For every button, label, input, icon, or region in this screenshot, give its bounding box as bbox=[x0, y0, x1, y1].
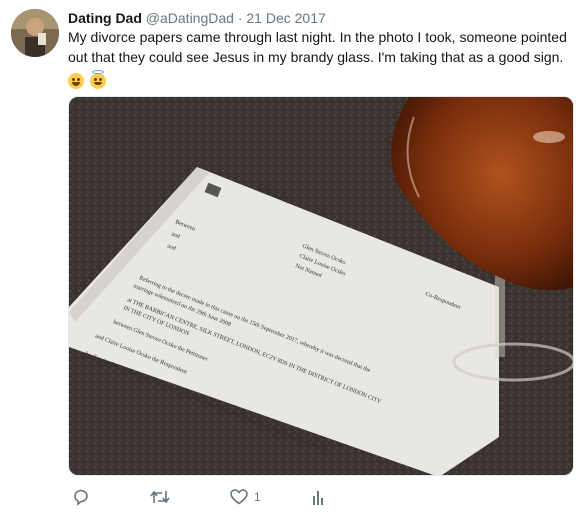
separator-dot: · bbox=[237, 10, 243, 26]
tweet-text: My divorce papers came through last nigh… bbox=[68, 27, 574, 89]
like-button[interactable]: 1 bbox=[230, 486, 261, 508]
like-count: 1 bbox=[254, 490, 261, 504]
reply-icon bbox=[74, 489, 88, 506]
avatar[interactable] bbox=[11, 9, 59, 57]
author-handle[interactable]: @aDatingDad bbox=[146, 10, 234, 26]
analytics-icon bbox=[313, 491, 323, 505]
tweet-header: Dating Dad @aDatingDad · 21 Dec 2017 bbox=[68, 9, 326, 27]
reply-button[interactable] bbox=[72, 486, 90, 508]
tweet-body: My divorce papers came through last nigh… bbox=[68, 29, 567, 65]
author-name[interactable]: Dating Dad bbox=[68, 10, 142, 26]
tweet-date[interactable]: 21 Dec 2017 bbox=[246, 10, 325, 26]
smiling-face-with-halo-icon bbox=[89, 69, 106, 89]
avatar-photo bbox=[11, 9, 59, 57]
tweet-actions: 1 bbox=[68, 486, 574, 508]
retweet-icon bbox=[150, 490, 170, 504]
analytics-button[interactable] bbox=[310, 486, 326, 508]
photo-of-divorce-papers-and-brandy-glass: In the Family Court at BURY Between and … bbox=[69, 97, 573, 475]
retweet-button[interactable] bbox=[150, 486, 170, 508]
tweet-photo[interactable]: In the Family Court at BURY Between and … bbox=[68, 96, 574, 476]
grinning-face-icon bbox=[68, 72, 84, 89]
emoji-row bbox=[68, 69, 108, 89]
heart-icon bbox=[230, 489, 248, 505]
